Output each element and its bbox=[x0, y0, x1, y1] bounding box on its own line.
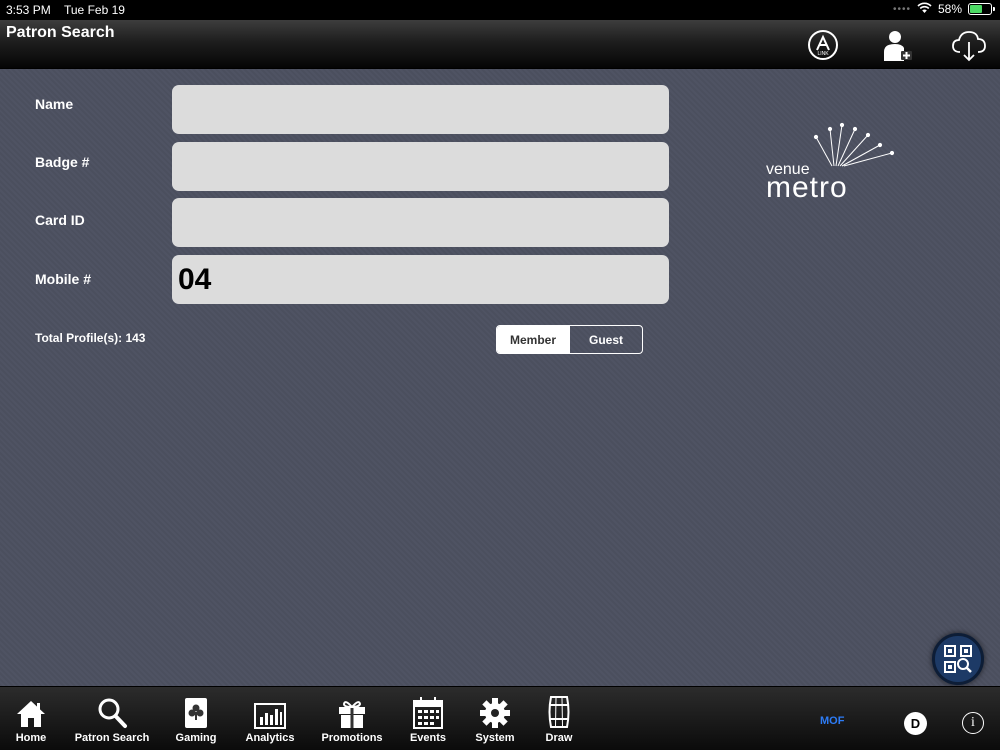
bar-chart-icon bbox=[242, 695, 298, 729]
barrel-icon bbox=[540, 695, 578, 729]
member-segment[interactable]: Member bbox=[497, 326, 569, 353]
member-guest-toggle: Member Guest bbox=[496, 325, 643, 354]
tab-draw[interactable]: Draw bbox=[540, 695, 578, 744]
name-label: Name bbox=[35, 96, 74, 112]
cloud-download-icon[interactable] bbox=[951, 28, 986, 62]
gear-icon bbox=[474, 695, 516, 729]
qr-code-icon bbox=[944, 645, 972, 673]
tab-gaming[interactable]: Gaming bbox=[172, 695, 220, 744]
page-title: Patron Search bbox=[6, 24, 115, 41]
tab-promotions[interactable]: Promotions bbox=[320, 695, 384, 744]
tab-analytics[interactable]: Analytics bbox=[242, 695, 298, 744]
svg-text:LINK: LINK bbox=[817, 51, 829, 57]
multitask-dots-icon: •••• bbox=[892, 3, 911, 15]
link-icon[interactable]: LINK bbox=[806, 28, 840, 62]
tab-home-label: Home bbox=[15, 732, 47, 744]
gift-icon bbox=[320, 695, 384, 729]
add-patron-icon[interactable] bbox=[880, 28, 914, 62]
tab-home[interactable]: Home bbox=[8, 695, 54, 744]
badge-input[interactable] bbox=[172, 142, 669, 191]
tab-promotions-label: Promotions bbox=[321, 732, 383, 744]
status-date: Tue Feb 19 bbox=[64, 3, 125, 17]
battery-icon bbox=[968, 3, 995, 15]
badge-label: Badge # bbox=[35, 154, 90, 170]
tab-system-label: System bbox=[475, 732, 515, 744]
tab-system[interactable]: System bbox=[474, 695, 516, 744]
tab-patron-search-label: Patron Search bbox=[74, 732, 150, 744]
qr-scan-button[interactable] bbox=[932, 633, 984, 685]
calendar-icon bbox=[406, 695, 450, 729]
battery-percent: 58% bbox=[937, 2, 962, 16]
nav-bar: Patron Search LINK bbox=[0, 20, 1000, 69]
status-bar: 3:53 PM Tue Feb 19 •••• 58% bbox=[0, 0, 1000, 20]
wifi-icon bbox=[917, 2, 932, 16]
guest-segment[interactable]: Guest bbox=[569, 326, 642, 353]
tab-analytics-label: Analytics bbox=[245, 732, 295, 744]
patron-search-form: Name Badge # Card ID Mobile # Total Prof… bbox=[0, 69, 1000, 686]
card-id-label: Card ID bbox=[35, 212, 85, 228]
status-right: •••• 58% bbox=[892, 2, 995, 16]
tab-draw-label: Draw bbox=[545, 732, 573, 744]
mobile-label: Mobile # bbox=[35, 271, 92, 287]
venue-metro-logo: venue metro bbox=[762, 121, 902, 204]
tab-bar: Home Patron Search Gaming Analytics Prom… bbox=[0, 686, 1000, 750]
mof-label[interactable]: MOF bbox=[820, 715, 844, 727]
total-profiles: Total Profile(s): 143 bbox=[35, 331, 146, 345]
name-input[interactable] bbox=[172, 85, 669, 134]
tab-events[interactable]: Events bbox=[406, 695, 450, 744]
status-time: 3:53 PM bbox=[6, 3, 51, 17]
logo-metro-text: metro bbox=[766, 171, 848, 204]
d-badge[interactable]: D bbox=[904, 712, 927, 735]
tab-gaming-label: Gaming bbox=[175, 732, 217, 744]
mobile-input[interactable] bbox=[172, 255, 669, 304]
home-icon bbox=[8, 695, 54, 729]
search-icon bbox=[72, 695, 152, 729]
info-icon[interactable]: i bbox=[962, 712, 984, 734]
card-id-input[interactable] bbox=[172, 198, 669, 247]
tab-patron-search[interactable]: Patron Search bbox=[72, 695, 152, 744]
tab-events-label: Events bbox=[409, 732, 447, 744]
card-club-icon bbox=[172, 695, 220, 729]
